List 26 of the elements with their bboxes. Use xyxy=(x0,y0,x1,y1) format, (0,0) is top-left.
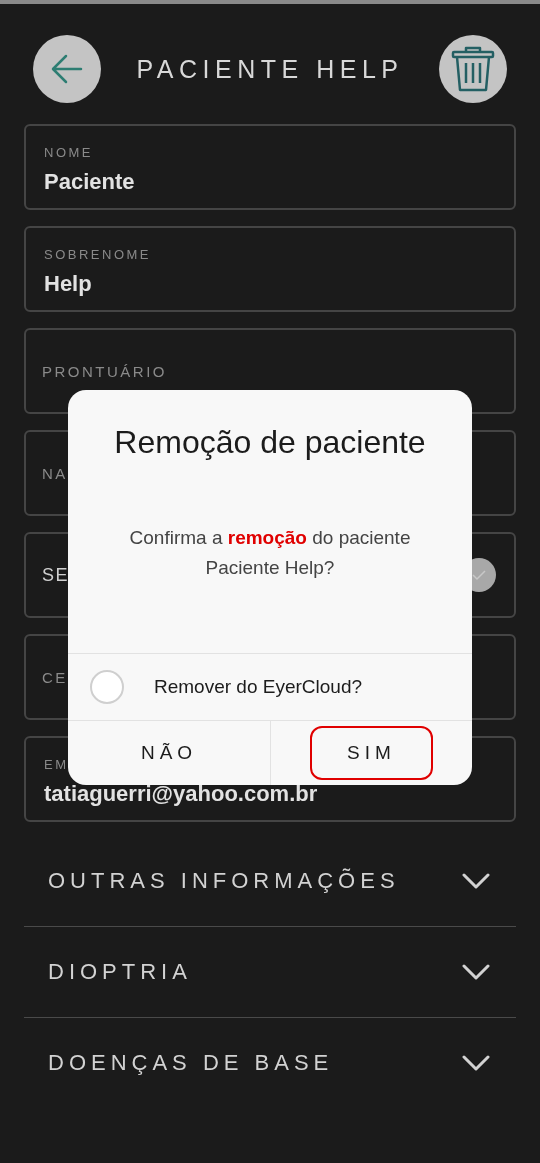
chevron-icon xyxy=(462,1055,490,1071)
field-label: NOME xyxy=(44,145,93,160)
field-label: CE xyxy=(42,668,68,686)
accordion-header[interactable]: DOENÇAS DE BASE xyxy=(24,1018,516,1108)
accordion-header[interactable]: DIOPTRIA xyxy=(24,927,516,1018)
dialog-button[interactable]: SIM xyxy=(310,726,433,780)
dialog-title: Remoção de paciente xyxy=(114,424,426,461)
accordion-header[interactable]: OUTRAS INFORMAÇÕES xyxy=(24,836,516,927)
field-value: Help xyxy=(44,272,92,296)
field-label: PRONTUÁRIO xyxy=(42,362,167,380)
field-value: tatiaguerri@yahoo.com.br xyxy=(44,782,318,806)
field-label: EM xyxy=(44,757,69,772)
page-title: PACIENTE HELP xyxy=(136,54,404,84)
back-arrow-icon xyxy=(50,52,84,86)
radio-button[interactable] xyxy=(90,670,124,704)
chevron-icon xyxy=(462,873,490,889)
option-label: Remover do EyerCloud? xyxy=(154,676,363,698)
chevron-icon xyxy=(462,964,490,980)
field-value: Paciente xyxy=(44,170,135,194)
input-field[interactable]: SOBRENOME Help xyxy=(24,226,516,312)
trash-icon xyxy=(451,45,495,93)
field-label: SOBRENOME xyxy=(44,247,151,262)
field-label: SE xyxy=(42,564,69,586)
input-field[interactable]: NOME Paciente xyxy=(24,124,516,210)
dialog-message: Confirma a remoção do paciente Paciente Help? xyxy=(128,526,412,580)
field-label: NA xyxy=(42,464,68,482)
